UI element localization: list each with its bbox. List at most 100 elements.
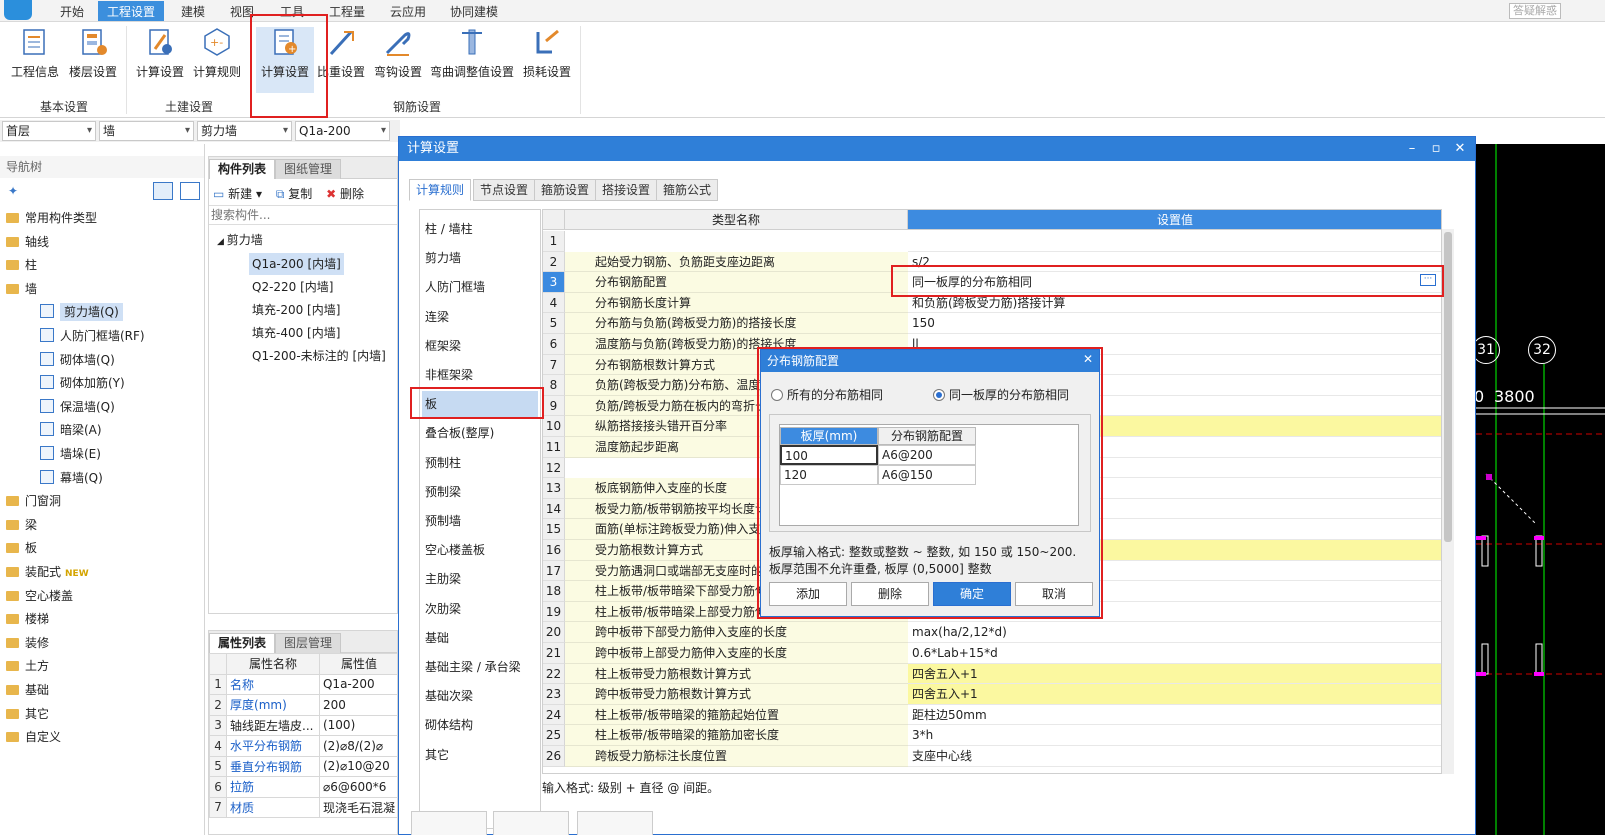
nav-item[interactable]: 幕墙(Q) [40,467,103,489]
thickness-cell[interactable]: 100 [780,445,878,465]
component-item[interactable]: 填充-200 [内墙] [249,299,343,321]
dialog-button[interactable] [493,811,569,835]
category-item[interactable]: 剪力墙 [422,245,538,271]
grid-row[interactable]: 2 起始受力钢筋、负筋距支座边距离 s/2 [543,251,1441,273]
property-row[interactable]: 7 材质 现浇毛石混凝 [209,796,397,818]
app-logo-icon[interactable] [4,0,32,20]
setting-value[interactable]: 3*h [908,725,1441,746]
category-item[interactable]: 预制柱 [422,450,538,476]
grid-row[interactable]: 20 跨中板带下部受力筋伸入支座的长度 max(ha/2,12*d) [543,622,1441,643]
setting-value[interactable]: 同一板厚的分布筋相同 [908,272,1441,293]
floor-select[interactable]: 首层 [2,121,96,141]
grid-row[interactable]: 3 分布钢筋配置 同一板厚的分布筋相同 [543,272,1441,293]
nav-item[interactable]: 砌体墙(Q) [40,349,115,371]
property-row[interactable]: 1 名称 Q1a-200 [209,673,397,695]
category-item[interactable]: 预制墙 [422,508,538,534]
property-value[interactable]: 现浇毛石混凝 [318,796,397,818]
setting-value[interactable]: 距柱边50mm [908,705,1441,726]
list-view-icon[interactable] [153,182,173,200]
menu-collab[interactable]: 协同建模 [450,3,498,20]
dialog-button[interactable] [411,811,487,835]
tab-component-list[interactable]: 构件列表 [209,159,276,179]
grid-view-icon[interactable] [180,182,200,200]
menu-project-settings[interactable]: 工程设置 [98,1,165,21]
property-row[interactable]: 6 拉筋 ⌀6@600*6 [209,776,397,798]
setting-value[interactable]: s/2 [908,252,1441,273]
component-select[interactable]: Q1a-200 [295,121,390,141]
component-item[interactable]: 填充-400 [内墙] [249,322,343,344]
nav-item[interactable]: 柱 [0,254,37,276]
copy-button[interactable]: 复制 [288,187,312,201]
property-value[interactable]: (2)⌀8/(2)⌀ [318,735,397,757]
ok-button[interactable]: 确定 [933,582,1011,606]
component-item[interactable]: Q1a-200 [内墙] [249,253,344,275]
popup-close-icon[interactable]: ✕ [1083,352,1093,366]
menu-view[interactable]: 视图 [230,3,254,20]
nav-item[interactable]: 常用构件类型 [0,207,97,229]
category-item[interactable]: 柱 / 墙柱 [422,216,538,242]
category-item[interactable]: 板 [422,391,538,418]
setting-value[interactable]: 0.6*Lab+15*d [908,643,1441,664]
grid-row[interactable]: 21 跨中板带上部受力筋伸入支座的长度 0.6*Lab+15*d [543,643,1441,664]
category-item[interactable]: 次肋梁 [422,596,538,622]
component-group[interactable]: ◢ 剪力墙 [217,231,263,248]
nav-item[interactable]: 墙垛(E) [40,443,101,465]
property-row[interactable]: 5 垂直分布钢筋 (2)⌀10@20 [209,755,397,777]
nav-item[interactable]: 装配式 NEW [0,561,89,583]
menu-tools[interactable]: 工具 [280,3,304,20]
delete-button[interactable]: 删除 [851,582,929,606]
ribbon-calc-rules-button[interactable]: +- 计算规则 [190,27,244,80]
category-item[interactable]: 空心楼盖板 [422,537,538,563]
dialog-button[interactable] [577,811,653,835]
grid-row[interactable]: 5 分布筋与负筋(跨板受力筋)的搭接长度 150 [543,313,1441,334]
tab-stirrup-formula[interactable]: 箍筋公式 [656,179,719,201]
grid-row[interactable]: 23 跨中板带受力筋根数计算方式 四舍五入+1 [543,684,1441,705]
type-select[interactable]: 剪力墙 [197,121,292,141]
property-value[interactable]: ⌀6@600*6 [318,776,397,798]
add-button[interactable]: 添加 [769,582,847,606]
category-item[interactable]: 非框架梁 [422,362,538,388]
category-item[interactable]: 叠合板(整厚) [422,420,538,446]
menu-cloud[interactable]: 云应用 [390,3,426,20]
ribbon-rebar-calc-settings-button[interactable]: + 计算设置 [256,27,314,93]
menu-start[interactable]: 开始 [60,3,84,20]
tab-layer-management[interactable]: 图层管理 [275,633,342,653]
minimize-icon[interactable]: – [1401,137,1423,161]
category-item[interactable]: 连梁 [422,304,538,330]
grid-row[interactable]: 22 柱上板带受力筋根数计算方式 四舍五入+1 [543,663,1441,685]
radio-same-thickness[interactable]: 同一板厚的分布筋相同 [933,386,1069,403]
nav-item[interactable]: 保温墙(Q) [40,396,115,418]
category-item[interactable]: 人防门框墙 [422,274,538,300]
tab-node-settings[interactable]: 节点设置 [473,179,536,201]
ribbon-bend-adjust-button[interactable]: 弯曲调整值设置 [428,27,516,80]
nav-item[interactable]: 土方 [0,655,49,677]
nav-item[interactable]: 砌体加筋(Y) [40,372,125,394]
nav-item[interactable]: 其它 [0,703,49,725]
tab-stirrup-settings[interactable]: 箍筋设置 [534,179,597,201]
setting-value[interactable] [908,231,1441,252]
grid-scrollbar-thumb[interactable] [1444,232,1452,542]
category-item[interactable]: 主肋梁 [422,566,538,592]
nav-item[interactable]: 墙 [0,278,37,300]
category-item[interactable]: 框架梁 [422,333,538,359]
nav-item[interactable]: 装修 [0,632,49,654]
component-item[interactable]: Q2-220 [内墙] [249,276,337,298]
ribbon-loss-settings-button[interactable]: 损耗设置 [520,27,574,80]
config-cell[interactable]: A6@200 [878,445,976,465]
grid-row[interactable]: 4 分布钢筋长度计算 和负筋(跨板受力筋)搭接计算 [543,292,1441,314]
nav-item[interactable]: 自定义 [0,726,61,748]
ellipsis-button[interactable]: ··· [1420,274,1436,286]
property-row[interactable]: 2 厚度(mm) 200 [209,694,397,716]
property-value[interactable]: (2)⌀10@20 [318,755,397,777]
grid-row[interactable]: 26 跨板受力筋标注长度位置 支座中心线 [543,746,1441,767]
tab-drawing-management[interactable]: 图纸管理 [275,159,342,179]
property-row[interactable]: 4 水平分布钢筋 (2)⌀8/(2)⌀ [209,735,397,757]
nav-item[interactable]: 暗梁(A) [40,419,102,441]
grid-row[interactable]: 25 柱上板带/板带暗梁的箍筋加密长度 3*h [543,725,1441,746]
tab-properties[interactable]: 属性列表 [209,633,276,653]
ribbon-hook-settings-button[interactable]: 弯钩设置 [372,27,424,80]
property-row[interactable]: 3 轴线距左墙皮... (100) [209,714,397,736]
setting-value[interactable]: 支座中心线 [908,746,1441,767]
answer-button[interactable]: 答疑解惑 [1509,3,1561,19]
setting-value[interactable]: 和负筋(跨板受力筋)搭接计算 [908,293,1441,314]
